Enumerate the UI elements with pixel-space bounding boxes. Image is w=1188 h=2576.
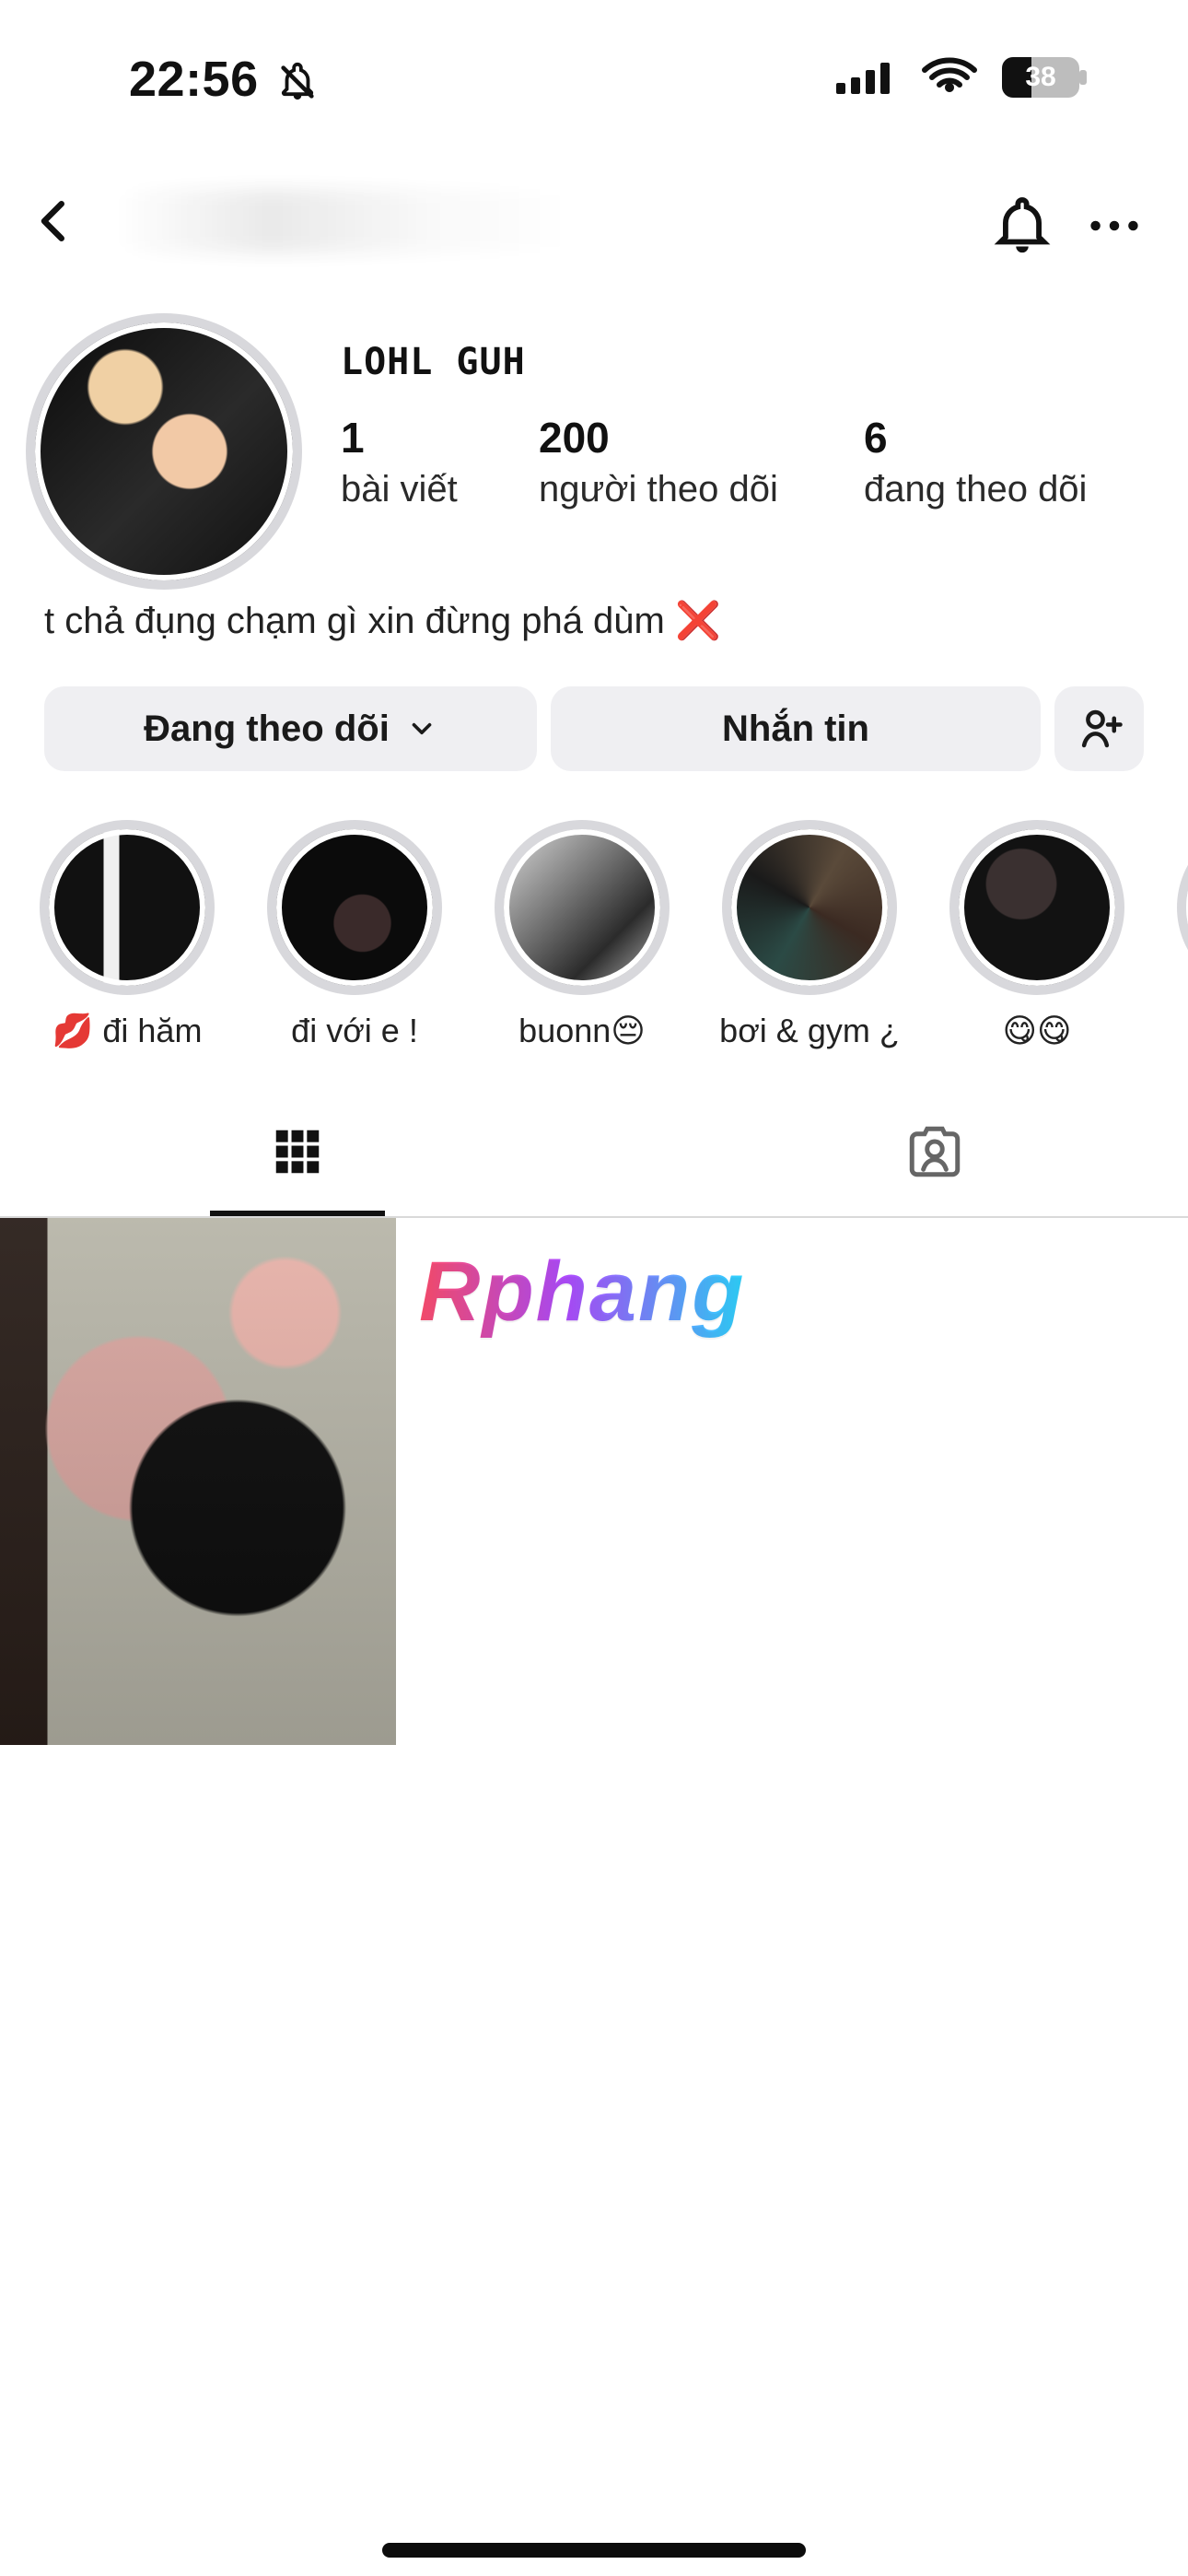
highlight-caption: 😋😋 [1002, 1012, 1072, 1049]
stat-followers-label: người theo dõi [539, 468, 778, 509]
stat-following[interactable]: 6 đang theo dõi [864, 415, 1087, 509]
silent-bell-icon [281, 62, 314, 100]
stat-posts-value: 1 [341, 414, 365, 462]
battery-indicator: 38 [1002, 57, 1087, 98]
blurred-username [111, 189, 589, 253]
avatar-image [35, 322, 293, 580]
profile-tabs [0, 1087, 1188, 1216]
highlight-ring [40, 820, 215, 995]
highlight-ring [267, 820, 442, 995]
message-button[interactable]: Nhắn tin [551, 686, 1041, 771]
highlight-caption: đi với e ! [291, 1012, 418, 1049]
highlight-item-partial[interactable] [1172, 820, 1188, 995]
stat-posts[interactable]: 1 bài viết [341, 415, 458, 509]
add-user-icon [1081, 709, 1123, 748]
cellular-signal-icon [836, 63, 890, 94]
profile-avatar[interactable] [26, 313, 302, 590]
highlight-caption: bơi & gym ¿ [719, 1012, 900, 1049]
profile-stats: 1 bài viết 200 người theo dõi 6 đang the… [341, 415, 1170, 544]
tab-tagged[interactable] [847, 1087, 1022, 1216]
posts-grid [0, 1218, 1188, 2047]
post-thumbnail[interactable] [0, 1218, 396, 1745]
highlight-ring [1177, 820, 1188, 995]
highlight-ring [949, 820, 1124, 995]
battery-percent: 38 [1025, 62, 1056, 92]
suggested-users-button[interactable] [1054, 686, 1144, 771]
highlight-item[interactable]: đi với e ! [262, 820, 447, 1050]
highlight-ring [495, 820, 670, 995]
stat-following-label: đang theo dõi [864, 468, 1088, 509]
stat-posts-label: bài viết [341, 468, 458, 509]
highlight-image [959, 829, 1115, 986]
grid-icon [275, 1130, 320, 1174]
more-options-icon[interactable] [1082, 193, 1147, 258]
highlight-image [731, 829, 888, 986]
profile-top-bar [0, 157, 1188, 286]
tab-posts-grid[interactable] [210, 1087, 385, 1216]
tagged-person-icon [909, 1126, 961, 1177]
highlight-caption: buonn😔 [518, 1012, 646, 1049]
chevron-down-icon [412, 722, 432, 735]
status-time: 22:56 [129, 52, 259, 107]
highlight-item[interactable]: 😋😋 [945, 820, 1129, 1050]
highlight-image [276, 829, 433, 986]
watermark: Rphang [419, 1245, 746, 1339]
stat-followers-value: 200 [539, 414, 610, 462]
highlight-item[interactable]: bơi & gym ¿ [717, 820, 902, 1050]
battery-cap [1079, 70, 1087, 85]
highlight-image [49, 829, 205, 986]
status-bar: 22:56 38 [0, 0, 1188, 157]
notifications-bell-icon[interactable] [990, 193, 1054, 258]
back-chevron-icon[interactable] [26, 193, 81, 249]
home-indicator[interactable] [382, 2543, 806, 2558]
profile-display-name: LOHL GUH [341, 341, 526, 383]
profile-actions: Đang theo dõi Nhắn tin [0, 686, 1188, 788]
highlight-caption: 💋 đi hăm [52, 1012, 203, 1049]
story-highlights: 💋 đi hăm đi với e ! buonn😔 bơi & gym ¿ 😋… [0, 820, 1188, 1060]
highlight-ring [722, 820, 897, 995]
message-button-label: Nhắn tin [722, 708, 869, 749]
following-button[interactable]: Đang theo dõi [44, 686, 537, 771]
profile-bio: t chả đụng chạm gì xin đừng phá dùm ❌ [44, 601, 721, 641]
status-right: 38 [833, 57, 1087, 98]
following-button-label: Đang theo dõi [144, 708, 390, 749]
wifi-icon [922, 57, 977, 92]
stat-following-value: 6 [864, 414, 888, 462]
profile-header: LOHL GUH 1 bài viết 200 người theo dõi 6… [0, 304, 1188, 691]
highlight-image [504, 829, 660, 986]
stat-followers[interactable]: 200 người theo dõi [539, 415, 778, 509]
highlight-item[interactable]: 💋 đi hăm [35, 820, 219, 1050]
highlight-item[interactable]: buonn😔 [490, 820, 674, 1050]
